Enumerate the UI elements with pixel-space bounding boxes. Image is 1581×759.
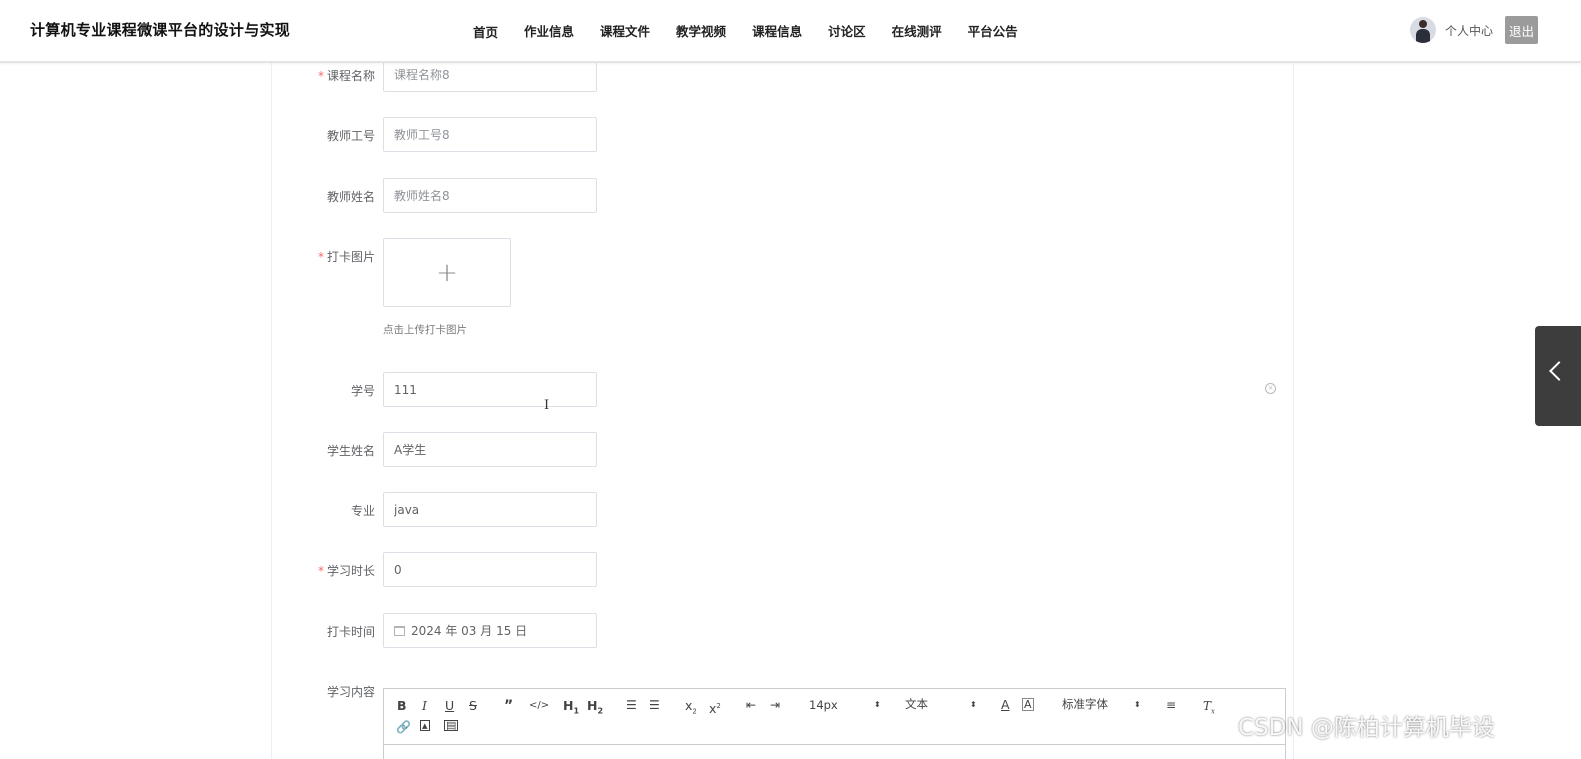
chevron-left-icon (1549, 361, 1569, 381)
top-header: 计算机专业课程微课平台的设计与实现 首页 作业信息 课程文件 教学视频 课程信息… (0, 0, 1581, 63)
block-format-arrows-icon: ⬍ (970, 700, 977, 709)
font-family-select[interactable]: 标准字体 (1062, 697, 1108, 711)
font-family-arrows-icon: ⬍ (1134, 700, 1141, 709)
ordered-list-icon[interactable]: ☰ (626, 698, 637, 712)
italic-button[interactable]: I (422, 699, 427, 713)
user-area: 个人中心 退出 (1410, 16, 1539, 44)
code-button[interactable]: </> (529, 699, 549, 713)
h2-button[interactable]: H2 (587, 699, 603, 719)
form-card: *课程名称 教师工号 教师姓名 *打卡图片 + 点击上传打卡图片 学号 × 学生… (271, 57, 1294, 759)
font-size-arrows-icon: ⬍ (874, 700, 881, 709)
video-icon[interactable]: ▤ (444, 720, 459, 731)
personal-center-link[interactable]: 个人中心 (1445, 22, 1493, 39)
checkin-time-label: 打卡时间 (326, 625, 375, 639)
nav-announcements[interactable]: 平台公告 (968, 21, 1018, 40)
teacher-id-input[interactable] (383, 117, 597, 152)
underline-button[interactable]: U (445, 699, 454, 713)
editor-toolbar: B I U S ” </> H1 H2 ☰ ☰ x2 x2 ⇤ ⇥ 14px ⬍… (384, 689, 1285, 745)
teacher-name-label: 教师姓名 (326, 190, 375, 204)
h1-button[interactable]: H1 (563, 699, 579, 719)
study-duration-input[interactable] (383, 552, 597, 587)
background-color-button[interactable]: A (1022, 698, 1034, 711)
student-name-input[interactable] (383, 432, 597, 467)
avatar[interactable] (1410, 17, 1436, 43)
bullet-list-icon[interactable]: ☰ (649, 698, 660, 712)
image-icon[interactable]: ▴ (420, 720, 430, 731)
main-nav: 首页 作业信息 课程文件 教学视频 课程信息 讨论区 在线测评 平台公告 (460, 0, 1031, 61)
clear-format-icon[interactable]: Tx (1203, 699, 1215, 718)
strike-button[interactable]: S (469, 699, 477, 713)
side-collapse-handle[interactable] (1535, 326, 1581, 426)
nav-course-files[interactable]: 课程文件 (600, 21, 650, 40)
site-title: 计算机专业课程微课平台的设计与实现 (30, 21, 291, 39)
student-name-label: 学生姓名 (326, 444, 375, 458)
teacher-id-label: 教师工号 (326, 129, 375, 143)
upload-tip: 点击上传打卡图片 (383, 324, 467, 336)
checkin-date-value: 2024 年 03 月 15 日 (411, 624, 528, 638)
major-input[interactable] (383, 492, 597, 527)
subscript-button[interactable]: x2 (685, 699, 697, 719)
plus-icon: + (436, 257, 458, 288)
image-upload-button[interactable]: + (383, 238, 511, 307)
course-name-label: * 课程名称 (317, 69, 375, 83)
font-size-select[interactable]: 14px (809, 698, 838, 712)
bold-button[interactable]: B (397, 699, 407, 713)
nav-videos[interactable]: 教学视频 (676, 21, 726, 40)
superscript-button[interactable]: x2 (709, 699, 721, 716)
align-icon[interactable]: ≡ (1166, 698, 1176, 712)
study-content-label: 学习内容 (326, 685, 375, 699)
teacher-name-input[interactable] (383, 178, 597, 213)
text-cursor-icon: I (544, 398, 550, 413)
nav-course-info[interactable]: 课程信息 (752, 21, 802, 40)
watermark: CSDN @陈柏计算机毕设 (1238, 715, 1495, 741)
calendar-icon (394, 625, 405, 636)
nav-home[interactable]: 首页 (473, 22, 498, 41)
nav-homework[interactable]: 作业信息 (524, 21, 574, 40)
checkin-date-picker[interactable]: 2024 年 03 月 15 日 (383, 613, 597, 648)
block-format-select[interactable]: 文本 (905, 697, 928, 711)
nav-online-test[interactable]: 在线测评 (892, 21, 942, 40)
logout-button[interactable]: 退出 (1505, 16, 1539, 44)
student-id-label: 学号 (350, 384, 375, 398)
link-icon[interactable]: 🔗 (396, 720, 411, 734)
major-label: 专业 (350, 504, 375, 518)
nav-discussion[interactable]: 讨论区 (828, 21, 866, 40)
rich-text-editor: B I U S ” </> H1 H2 ☰ ☰ x2 x2 ⇤ ⇥ 14px ⬍… (383, 688, 1286, 759)
font-color-button[interactable]: A (1001, 698, 1010, 712)
indent-icon[interactable]: ⇥ (770, 698, 780, 712)
checkin-image-label: * 打卡图片 (317, 250, 375, 264)
blockquote-button[interactable]: ” (504, 699, 513, 713)
study-duration-label: * 学习时长 (317, 564, 375, 578)
clear-icon[interactable]: × (1265, 383, 1276, 394)
student-id-input[interactable] (383, 372, 597, 407)
outdent-icon[interactable]: ⇤ (746, 698, 756, 712)
